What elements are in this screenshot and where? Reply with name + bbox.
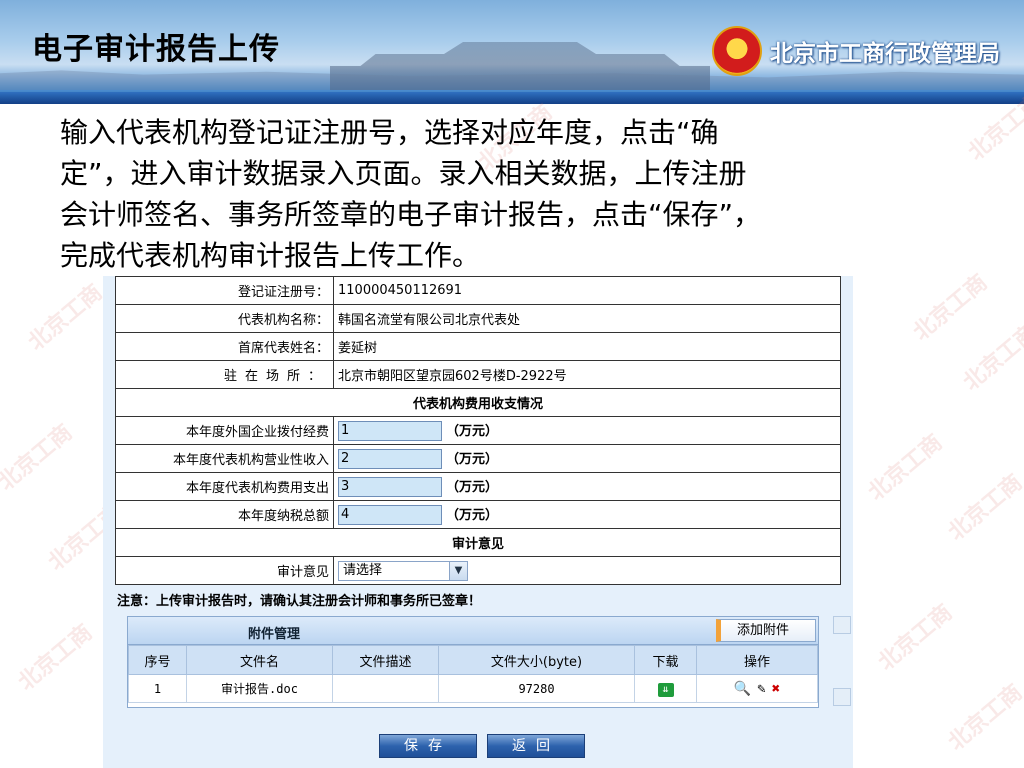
slide-title: 电子审计报告上传 xyxy=(32,32,280,67)
expense-input[interactable]: 3 xyxy=(338,477,442,498)
banner-stripe xyxy=(0,92,1024,104)
org-name-label: 代表机构名称： xyxy=(115,304,334,333)
watermark: 北京工商 xyxy=(23,280,108,356)
instruction-line: 完成代表机构审计报告上传工作。 xyxy=(60,239,481,272)
watermark: 北京工商 xyxy=(943,470,1024,546)
audit-opinion-cell: 请选择 ▼ xyxy=(333,556,841,585)
reg-no-label: 登记证注册号： xyxy=(115,276,334,305)
table-row: 1 审计报告.doc 97280 ⇊ 🔍 ✎ ✖ xyxy=(128,674,818,703)
address-value: 北京市朝阳区望京园602号楼D-2922号 xyxy=(333,360,841,389)
instruction-line: 会计师签名、事务所签章的电子审计报告，点击“保存”， xyxy=(60,198,762,231)
attachment-table: 序号 文件名 文件描述 文件大小(byte) 下载 操作 1 审计报告.doc … xyxy=(128,645,818,703)
delete-icon[interactable]: ✖ xyxy=(772,681,780,697)
back-button[interactable]: 返回 xyxy=(487,734,585,758)
tax-total-input[interactable]: 4 xyxy=(338,505,442,526)
instruction-line: 定”，进入审计数据录入页面。录入相关数据，上传注册 xyxy=(60,157,747,190)
column-header: 文件名 xyxy=(186,645,333,675)
finance-section-header: 代表机构费用收支情况 xyxy=(115,388,841,417)
attachment-panel: 附件管理 添加附件 序号 文件名 文件描述 文件大小(byte) 下载 操作 1… xyxy=(127,616,819,708)
row-description xyxy=(332,674,439,703)
audit-form-table: 登记证注册号： 110000450112691 代表机构名称： 韩国名流堂有限公… xyxy=(115,276,841,585)
watermark: 北京工商 xyxy=(0,420,78,496)
watermark: 北京工商 xyxy=(873,600,958,676)
attachment-header: 附件管理 添加附件 xyxy=(128,617,818,645)
column-header: 序号 xyxy=(128,645,187,675)
save-button[interactable]: 保存 xyxy=(379,734,477,758)
watermark: 北京工商 xyxy=(908,270,993,346)
finance-row-label: 本年度纳税总额 xyxy=(115,500,334,529)
emblem-icon xyxy=(712,26,762,76)
attachment-title: 附件管理 xyxy=(248,627,301,642)
unit-label: （万元） xyxy=(446,479,499,495)
audit-opinion-select[interactable]: 请选择 ▼ xyxy=(338,560,468,581)
finance-row-cell: 2 （万元） xyxy=(333,444,841,473)
row-index: 1 xyxy=(128,674,187,703)
foreign-funding-input[interactable]: 1 xyxy=(338,421,442,442)
finance-row-label: 本年度代表机构费用支出 xyxy=(115,472,334,501)
finance-row-cell: 3 （万元） xyxy=(333,472,841,501)
reg-no-value: 110000450112691 xyxy=(333,276,841,305)
scroll-up-button[interactable] xyxy=(833,616,851,634)
watermark: 北京工商 xyxy=(13,620,98,696)
finance-row-label: 本年度外国企业拨付经费 xyxy=(115,416,334,445)
org-name-value: 韩国名流堂有限公司北京代表处 xyxy=(333,304,841,333)
instruction-line: 输入代表机构登记证注册号，选择对应年度，点击“确 xyxy=(60,116,719,149)
column-header: 下载 xyxy=(634,645,697,675)
add-attachment-button[interactable]: 添加附件 xyxy=(716,619,816,642)
finance-row-cell: 1 （万元） xyxy=(333,416,841,445)
instruction-text: 输入代表机构登记证注册号，选择对应年度，点击“确 定”，进入审计数据录入页面。录… xyxy=(60,112,940,276)
row-operations: 🔍 ✎ ✖ xyxy=(696,674,818,703)
download-icon[interactable]: ⇊ xyxy=(657,682,674,697)
upload-notice: 注意：上传审计报告时，请确认其注册会计师和事务所已签章！ xyxy=(117,594,482,609)
address-label: 驻在场所： xyxy=(115,360,334,389)
column-header: 操作 xyxy=(696,645,818,675)
row-size: 97280 xyxy=(438,674,635,703)
preview-icon[interactable]: 🔍 xyxy=(734,681,751,697)
scroll-down-button[interactable] xyxy=(833,688,851,706)
unit-label: （万元） xyxy=(446,451,499,467)
bureau-name: 北京市工商行政管理局 xyxy=(770,41,1000,67)
chevron-down-icon[interactable]: ▼ xyxy=(449,561,467,580)
row-filename[interactable]: 审计报告.doc xyxy=(186,674,333,703)
finance-row-label: 本年度代表机构营业性收入 xyxy=(115,444,334,473)
form-screenshot: 登记证注册号： 110000450112691 代表机构名称： 韩国名流堂有限公… xyxy=(103,276,853,768)
watermark: 北京工商 xyxy=(863,430,948,506)
unit-label: （万元） xyxy=(446,423,499,439)
column-header: 文件大小(byte) xyxy=(438,645,635,675)
unit-label: （万元） xyxy=(446,507,499,523)
edit-icon[interactable]: ✎ xyxy=(757,681,765,697)
watermark: 北京工商 xyxy=(943,680,1024,756)
column-header: 文件描述 xyxy=(332,645,439,675)
business-income-input[interactable]: 2 xyxy=(338,449,442,470)
rep-name-label: 首席代表姓名： xyxy=(115,332,334,361)
audit-section-header: 审计意见 xyxy=(115,528,841,557)
rep-name-value: 姜延树 xyxy=(333,332,841,361)
finance-row-cell: 4 （万元） xyxy=(333,500,841,529)
select-value: 请选择 xyxy=(343,562,383,578)
row-download: ⇊ xyxy=(634,674,697,703)
audit-opinion-label: 审计意见 xyxy=(115,556,334,585)
watermark: 北京工商 xyxy=(958,320,1024,396)
